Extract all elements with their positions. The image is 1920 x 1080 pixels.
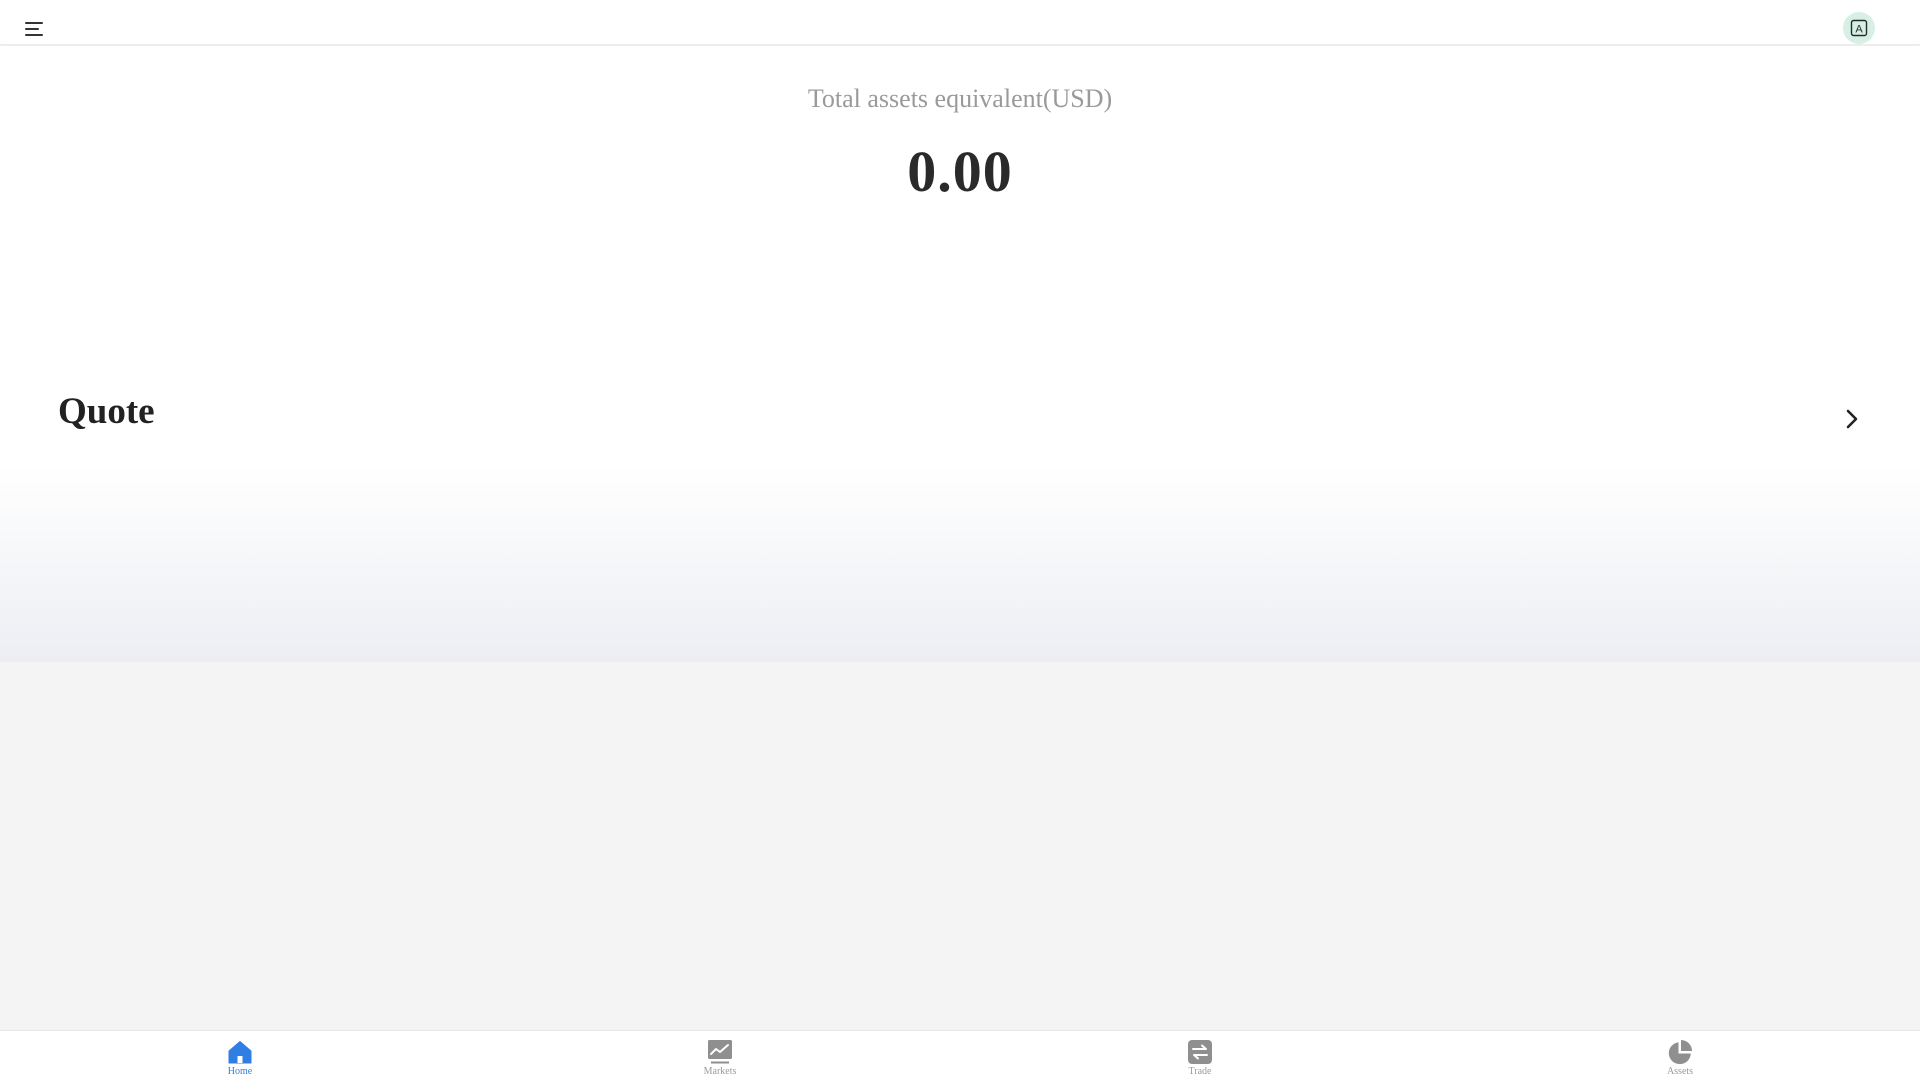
bottom-tab-bar: Home Markets Trade Assets [0,1030,1920,1080]
pie-chart-icon [1668,1040,1692,1065]
tab-trade[interactable]: Trade [960,1031,1440,1080]
svg-text:A: A [1855,24,1863,36]
translate-icon: A [1850,19,1868,37]
total-assets-value: 0.00 [907,139,1013,204]
tab-label: Home [227,1066,253,1077]
exchange-icon [1188,1040,1212,1064]
top-bar: A [0,0,1920,45]
tab-label: Assets [1666,1066,1694,1077]
tab-markets[interactable]: Markets [480,1031,960,1080]
hamburger-menu-icon[interactable] [22,19,46,39]
avatar[interactable]: A [1843,12,1875,44]
tab-label: Trade [1188,1066,1212,1077]
quote-section-title: Quote [58,391,155,432]
tab-label: Markets [703,1066,737,1077]
chart-icon [708,1040,732,1064]
chevron-right-icon[interactable] [1837,404,1867,434]
tab-assets[interactable]: Assets [1440,1031,1920,1080]
tab-home[interactable]: Home [0,1031,480,1080]
home-icon [228,1041,252,1064]
total-assets-label: Total assets equivalent(USD) [807,84,1113,113]
